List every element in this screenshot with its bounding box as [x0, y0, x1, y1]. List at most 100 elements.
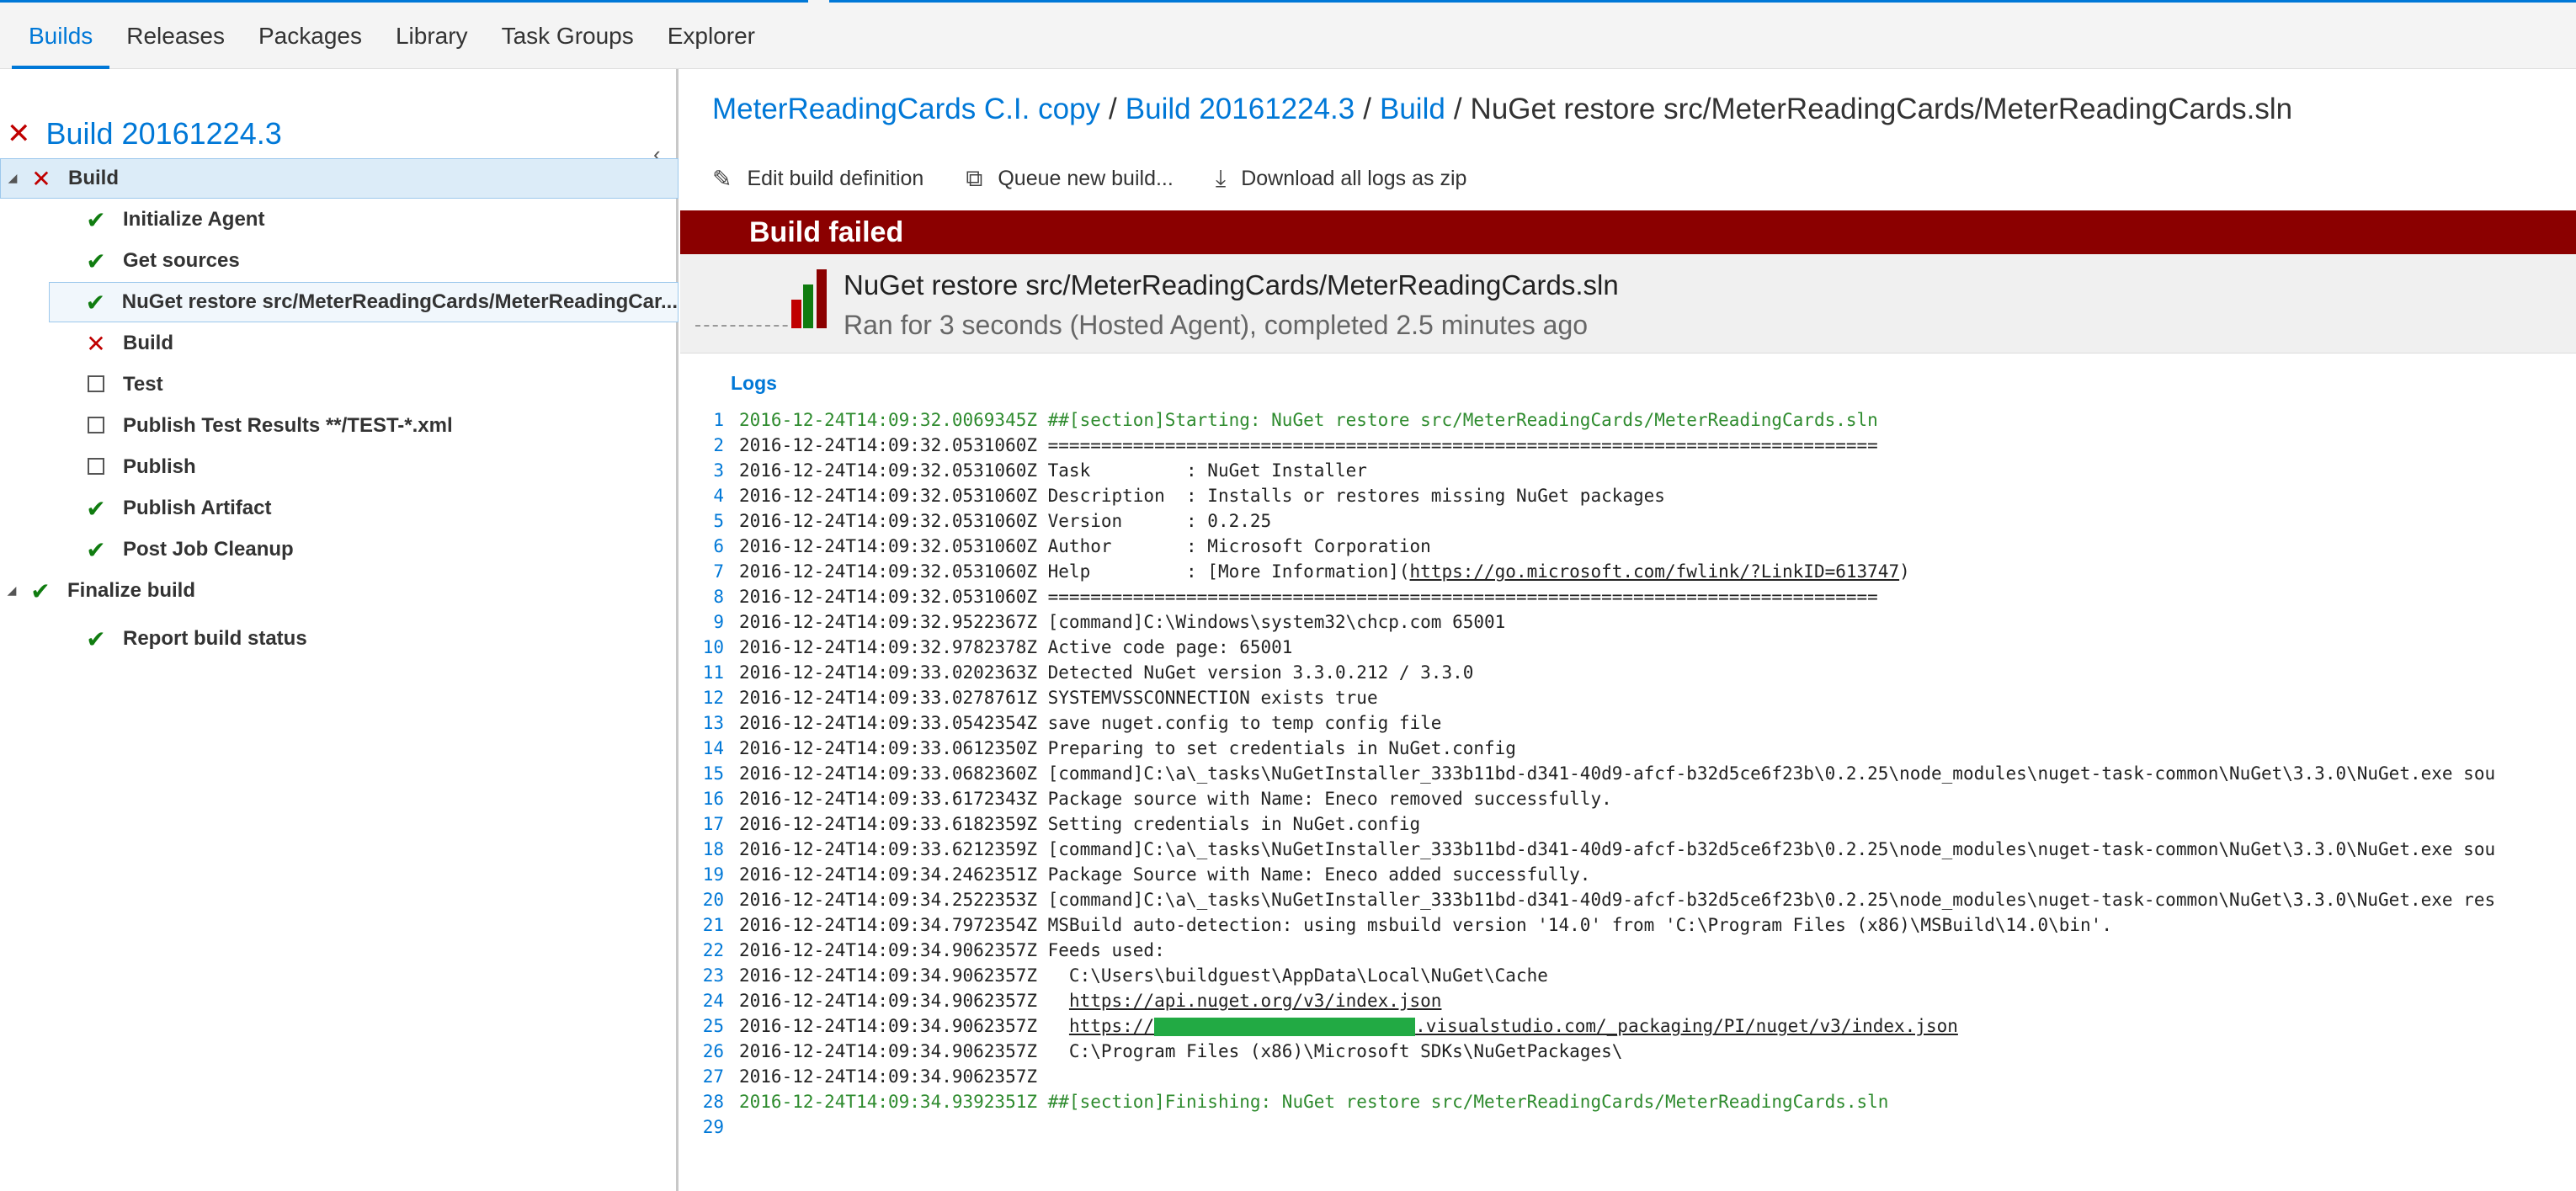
log-link[interactable]: https:// — [1069, 1016, 1154, 1036]
tree-item-label: Publish Test Results **/TEST-*.xml — [123, 414, 453, 437]
tree-item[interactable]: ✔ Post Job Cleanup — [0, 529, 679, 570]
log-text: 2016-12-24T14:09:32.0069345Z ##[section]… — [739, 410, 1878, 430]
log-line-number: 14 — [702, 738, 724, 758]
log-line-number: 1 — [713, 410, 724, 430]
task-status: Ran for 3 seconds (Hosted Agent), comple… — [844, 310, 1589, 340]
redacted-block — [1154, 1018, 1416, 1036]
check-icon: ✔ — [86, 535, 106, 564]
breadcrumb-phase-link[interactable]: Build — [1380, 93, 1445, 125]
log-line-text: 2016-12-24T14:09:32.0531060Z ===========… — [739, 433, 1878, 458]
log-line: 2 2016-12-24T14:09:32.0531060Z ==========… — [690, 433, 2576, 458]
timeline-dash — [695, 325, 796, 327]
log-line-number: 15 — [702, 763, 724, 784]
build-tree-panel: ‹ ✕ Build 20161224.3 ◢ ✕ Build ✔ Initialize … — [0, 69, 679, 1191]
tree-item-label: Initialize Agent — [123, 208, 265, 231]
tree-item[interactable]: ✔ Get sources — [0, 241, 679, 281]
log-line: 22 2016-12-24T14:09:34.9062357Z Feeds use… — [690, 938, 2576, 963]
expand-triangle-icon[interactable]: ◢ — [1, 172, 24, 185]
log-line-text: 2016-12-24T14:09:32.0531060Z Task : NuGe… — [739, 458, 1367, 483]
breadcrumb: MeterReadingCards C.I. copy / Build 201612… — [712, 93, 2292, 126]
tree-item-label: Report build status — [123, 627, 307, 650]
log-text: 2016-12-24T14:09:34.9062357Z — [739, 1016, 1069, 1036]
log-line: 6 2016-12-24T14:09:32.0531060Z Author : M… — [690, 534, 2576, 559]
log-line: 24 2016-12-24T14:09:34.9062357Z https://a… — [690, 988, 2576, 1013]
log-line-text: 2016-12-24T14:09:34.9062357Z https:// .vi… — [739, 1013, 1958, 1039]
tree-item[interactable]: ✔ Publish Artifact — [0, 488, 679, 529]
log-line-text: 2016-12-24T14:09:32.9782378Z Active code… — [739, 635, 1292, 660]
build-title-label: Build 20161224.3 — [45, 116, 282, 151]
edit-build-definition-button[interactable]: ✎ Edit build definition — [712, 165, 923, 193]
tree-item-label: Get sources — [123, 249, 240, 272]
queue-new-build-button[interactable]: ⧉ Queue new build... — [966, 164, 1173, 193]
tree-item[interactable]: ◢ ✕ Build — [0, 158, 679, 199]
check-icon: ✔ — [86, 494, 106, 523]
log-line: 27 2016-12-24T14:09:34.9062357Z — [690, 1064, 2576, 1089]
log-line-text: 2016-12-24T14:09:32.9522367Z [command]C:… — [739, 609, 1505, 635]
tab-releases[interactable]: Releases — [109, 0, 242, 69]
breadcrumb-definition-link[interactable]: MeterReadingCards C.I. copy — [712, 93, 1100, 125]
build-title[interactable]: ✕ Build 20161224.3 — [7, 113, 282, 155]
checkbox-icon — [79, 412, 113, 439]
log-text: 2016-12-24T14:09:33.0542354Z save nuget.… — [739, 713, 1442, 733]
log-link[interactable]: .visualstudio.com/_packaging/PI/nuget/v3… — [1415, 1016, 1958, 1036]
expand-triangle-icon[interactable]: ◢ — [0, 584, 24, 598]
log-line-number: 6 — [713, 536, 724, 556]
log-text: 2016-12-24T14:09:32.0531060Z Help : [Mor… — [739, 561, 1410, 582]
log-line-number: 25 — [702, 1016, 724, 1036]
log-line-number: 21 — [702, 915, 724, 935]
log-text: 2016-12-24T14:09:34.9062357Z — [739, 1066, 1038, 1087]
accent-line — [829, 0, 2576, 3]
log-line: 17 2016-12-24T14:09:33.6182359Z Setting c… — [690, 811, 2576, 837]
tree-item[interactable]: ✔ Report build status — [0, 619, 679, 659]
log-line-text: 2016-12-24T14:09:34.9392351Z ##[section]… — [739, 1089, 1888, 1114]
log-text: 2016-12-24T14:09:33.0202363Z Detected Nu… — [739, 662, 1474, 683]
download-logs-label: Download all logs as zip — [1241, 166, 1467, 190]
log-line-number: 26 — [702, 1041, 724, 1061]
log-text: 2016-12-24T14:09:34.7972354Z MSBuild aut… — [739, 915, 2112, 935]
log-text: 2016-12-24T14:09:32.0531060Z Description… — [739, 486, 1665, 506]
log-link[interactable]: https://api.nuget.org/v3/index.json — [1069, 991, 1442, 1011]
download-icon: ⤓ — [1215, 164, 1227, 192]
log-line-number: 16 — [702, 789, 724, 809]
task-chart-icon — [791, 269, 835, 328]
tree-item[interactable]: ◢ ✔ Finalize build — [0, 571, 679, 611]
tree-item[interactable]: Publish Test Results **/TEST-*.xml — [0, 406, 679, 446]
log-line: 16 2016-12-24T14:09:33.6172343Z Package s… — [690, 786, 2576, 811]
logs-tab[interactable]: Logs — [731, 372, 777, 395]
tab-task-groups[interactable]: Task Groups — [485, 0, 651, 69]
tree-item[interactable]: Test — [0, 364, 679, 405]
log-line: 21 2016-12-24T14:09:34.7972354Z MSBuild a… — [690, 912, 2576, 938]
log-line-text: 2016-12-24T14:09:34.2522353Z [command]C:… — [739, 887, 2495, 912]
log-line-text: 2016-12-24T14:09:32.0531060Z Description… — [739, 483, 1665, 508]
tree-item[interactable]: Publish — [0, 447, 679, 487]
log-line-number: 11 — [702, 662, 724, 683]
log-text: 2016-12-24T14:09:34.9062357Z Feeds used: — [739, 940, 1165, 960]
tab-library[interactable]: Library — [379, 0, 485, 69]
tab-packages[interactable]: Packages — [242, 0, 379, 69]
breadcrumb-current: NuGet restore src/MeterReadingCards/Mete… — [1470, 93, 2293, 125]
log-line: 12 2016-12-24T14:09:33.0278761Z SYSTEMVSS… — [690, 685, 2576, 710]
log-line-number: 19 — [702, 864, 724, 885]
log-line: 3 2016-12-24T14:09:32.0531060Z Task : NuG… — [690, 458, 2576, 483]
breadcrumb-separator: / — [1109, 93, 1117, 125]
log-text: 2016-12-24T14:09:33.0682360Z [command]C:… — [739, 763, 2496, 784]
log-line: 20 2016-12-24T14:09:34.2522353Z [command]… — [690, 887, 2576, 912]
log-line-text: 2016-12-24T14:09:32.0531060Z Version : 0… — [739, 508, 1271, 534]
log-line: 9 2016-12-24T14:09:32.9522367Z [command]C… — [690, 609, 2576, 635]
log-line-number: 3 — [713, 460, 724, 481]
log-line: 28 2016-12-24T14:09:34.9392351Z ##[sectio… — [690, 1089, 2576, 1114]
tree-item[interactable]: ✔ Initialize Agent — [0, 199, 679, 240]
tree-item[interactable]: ✔ NuGet restore src/MeterReadingCards/Met… — [49, 282, 679, 322]
tab-builds[interactable]: Builds — [12, 0, 110, 69]
tab-explorer[interactable]: Explorer — [651, 0, 772, 69]
log-line-number: 5 — [713, 511, 724, 531]
log-line-number: 17 — [702, 814, 724, 834]
download-logs-button[interactable]: ⤓ Download all logs as zip — [1216, 164, 1467, 193]
log-line: 4 2016-12-24T14:09:32.0531060Z Descriptio… — [690, 483, 2576, 508]
tree-item[interactable]: ✕ Build — [0, 323, 679, 364]
log-line-text: 2016-12-24T14:09:34.9062357Z Feeds used: — [739, 938, 1165, 963]
log-link[interactable]: https://go.microsoft.com/fwlink/?LinkID=… — [1410, 561, 1900, 582]
breadcrumb-build-link[interactable]: Build 20161224.3 — [1126, 93, 1355, 125]
log-line: 15 2016-12-24T14:09:33.0682360Z [command]… — [690, 761, 2576, 786]
edit-build-definition-label: Edit build definition — [747, 166, 924, 190]
